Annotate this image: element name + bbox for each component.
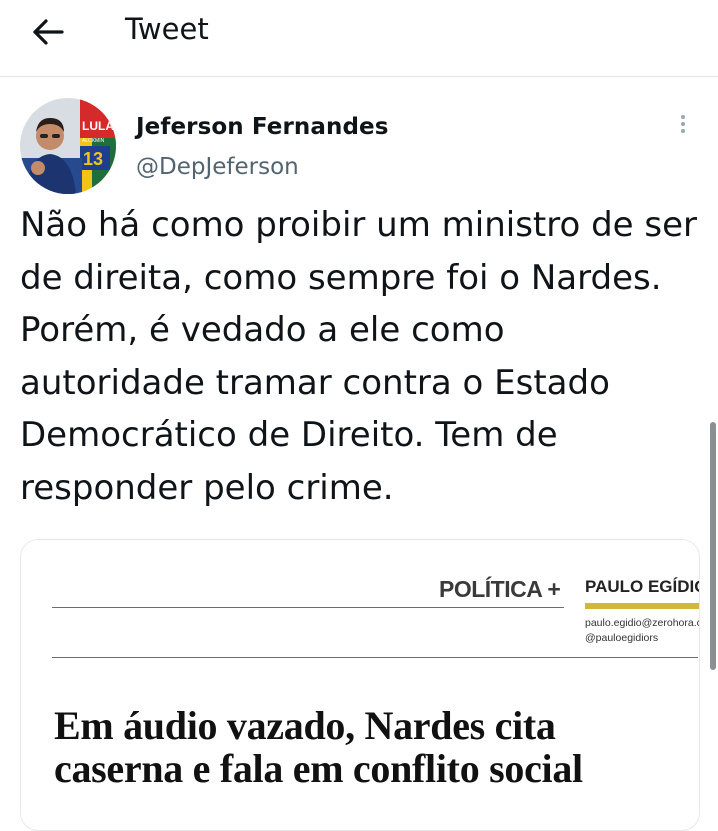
columnist-name: PAULO EGÍDIO	[585, 577, 700, 596]
newspaper-headline: Em áudio vazado, Nardes cita caserna e f…	[54, 703, 583, 791]
author-handle[interactable]: @DepJeferson	[136, 152, 299, 182]
more-options-icon[interactable]	[676, 112, 690, 142]
scrollbar[interactable]	[710, 422, 716, 670]
author-name[interactable]: Jeferson Fernandes	[136, 112, 389, 142]
header-divider	[0, 76, 718, 77]
clipping-rule	[52, 607, 564, 608]
newspaper-section-label: POLÍTICA +	[439, 576, 561, 602]
back-button[interactable]	[28, 12, 68, 52]
arrow-left-icon	[33, 19, 64, 45]
svg-text:LULA: LULA	[82, 119, 114, 133]
top-bar: Tweet	[0, 0, 718, 76]
tweet-media-image[interactable]: POLÍTICA + PAULO EGÍDIO paulo.egidio@zer…	[20, 539, 700, 831]
svg-text:ALCKMIN: ALCKMIN	[82, 138, 105, 144]
columnist-social: @pauloegidiors	[585, 632, 659, 644]
columnist-accent-bar	[585, 603, 699, 609]
page-title: Tweet	[125, 12, 209, 46]
avatar[interactable]: LULA ALCKMIN 13	[20, 98, 116, 194]
svg-text:13: 13	[83, 149, 103, 169]
avatar-image: LULA ALCKMIN 13	[20, 98, 116, 194]
columnist-email: paulo.egidio@zerohora.c	[585, 617, 700, 629]
tweet-text: Não há como proibir um ministro de ser d…	[20, 205, 698, 508]
clipping-rule	[52, 657, 698, 658]
